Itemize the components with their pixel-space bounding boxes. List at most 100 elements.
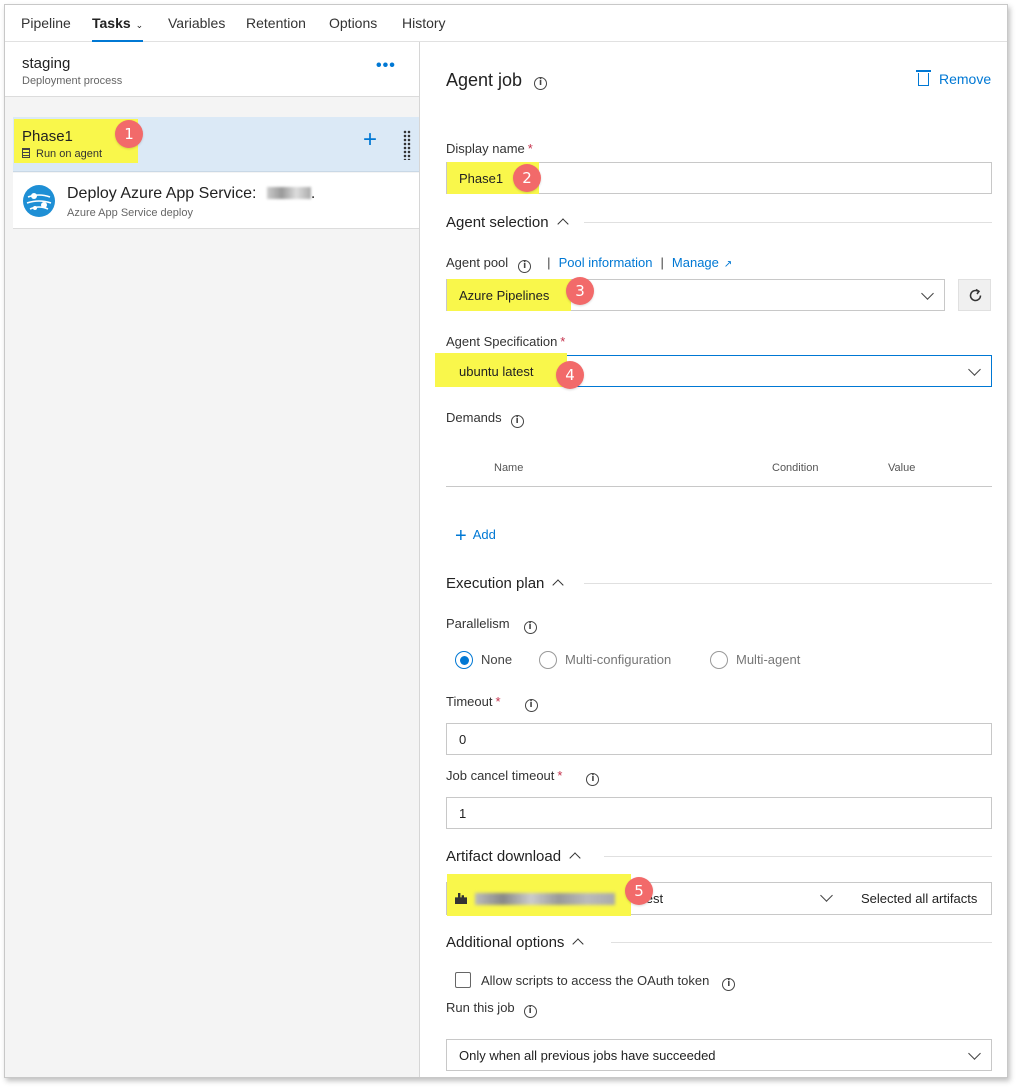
parallelism-multi-agent-radio[interactable]: Multi-agent xyxy=(710,651,800,669)
oauth-token-checkbox[interactable] xyxy=(455,972,471,988)
timeout-value: 0 xyxy=(459,732,467,747)
info-icon[interactable]: i xyxy=(523,1005,537,1018)
timeout-label-text: Timeout xyxy=(446,694,493,709)
artifact-download-row[interactable]: latest 5 Selected all artifacts xyxy=(446,874,992,916)
chevron-down-icon xyxy=(968,1047,981,1060)
job-cancel-timeout-label-text: Job cancel timeout xyxy=(446,768,555,783)
agent-pool-select[interactable]: Azure Pipelines 3 xyxy=(446,277,945,311)
artifact-download-label: Artifact download xyxy=(446,848,562,865)
drag-handle-icon[interactable] xyxy=(403,130,411,160)
agent-spec-label: Agent Specification * xyxy=(446,334,565,349)
add-task-icon[interactable]: + xyxy=(363,128,377,152)
divider xyxy=(584,583,992,584)
timeout-input[interactable]: 0 xyxy=(446,723,992,755)
info-icon[interactable]: i xyxy=(524,699,538,712)
pool-information-link[interactable]: Pool information xyxy=(559,255,653,270)
artifact-download-section[interactable]: Artifact download xyxy=(446,848,581,865)
remove-button[interactable]: Remove xyxy=(916,70,992,87)
external-link-icon: ↗ xyxy=(723,259,733,270)
stage-header[interactable]: staging Deployment process ••• xyxy=(5,42,419,97)
demands-column-value: Value xyxy=(888,462,916,474)
info-icon[interactable]: i xyxy=(510,415,524,428)
annotation-badge-3: 3 xyxy=(566,277,594,305)
tab-tasks-label: Tasks xyxy=(92,15,131,31)
tab-pipeline[interactable]: Pipeline xyxy=(21,15,71,42)
chevron-down-icon[interactable] xyxy=(820,889,833,902)
redacted-app-name xyxy=(266,187,311,199)
chevron-up-icon xyxy=(569,852,581,864)
required-marker: * xyxy=(527,141,533,156)
chevron-up-icon xyxy=(572,938,585,950)
info-icon[interactable]: i xyxy=(523,621,537,634)
agent-selection-label: Agent selection xyxy=(446,214,549,231)
remove-label: Remove xyxy=(939,71,992,87)
demands-column-condition: Condition xyxy=(772,462,819,474)
agent-icon xyxy=(22,148,30,158)
annotation-badge-4: 4 xyxy=(556,361,584,389)
parallelism-multi-configuration-label: Multi-configuration xyxy=(565,652,672,667)
parallelism-none-label: None xyxy=(481,652,513,667)
display-name-input[interactable]: Phase1 2 xyxy=(446,162,992,194)
info-icon[interactable]: i xyxy=(722,978,736,991)
task-row[interactable]: Deploy Azure App Service: . Azure App Se… xyxy=(13,173,419,229)
job-cancel-timeout-value: 1 xyxy=(459,806,467,821)
tab-history[interactable]: History xyxy=(402,15,446,42)
chevron-up-icon xyxy=(556,218,569,230)
job-cancel-timeout-input[interactable]: 1 xyxy=(446,797,992,829)
release-editor-window: Pipeline Tasks ⌄ Variables Retention Opti… xyxy=(4,4,1008,1078)
display-name-label-text: Display name xyxy=(446,141,525,156)
tab-options[interactable]: Options xyxy=(329,15,377,42)
task-title-suffix: . xyxy=(310,185,316,202)
refresh-button[interactable] xyxy=(958,279,991,311)
task-subtitle: Azure App Service deploy xyxy=(67,207,193,219)
oauth-token-label-text: Allow scripts to access the OAuth token xyxy=(481,973,710,988)
plus-icon: + xyxy=(455,525,467,547)
additional-options-section[interactable]: Additional options xyxy=(446,934,585,951)
redacted-artifact-name xyxy=(475,893,615,905)
add-label: Add xyxy=(472,527,496,542)
agent-job-heading: Agent job xyxy=(446,70,523,90)
divider xyxy=(611,942,992,943)
info-icon[interactable]: i xyxy=(586,773,600,786)
artifact-selection[interactable]: Selected all artifacts xyxy=(861,891,977,906)
display-name-value: Phase1 xyxy=(459,171,504,186)
required-marker: * xyxy=(560,334,566,349)
tab-tasks[interactable]: Tasks ⌄ xyxy=(92,15,144,42)
demands-label-text: Demands xyxy=(446,410,502,425)
info-icon[interactable]: i xyxy=(518,260,532,273)
divider xyxy=(604,856,992,857)
parallelism-none-radio[interactable]: None xyxy=(455,651,512,669)
refresh-icon xyxy=(969,288,982,302)
azure-app-service-icon xyxy=(23,185,55,217)
phase-row[interactable]: Phase1 Run on agent 1 + xyxy=(13,117,419,172)
run-this-job-label: Run this job i xyxy=(446,1000,537,1018)
agent-spec-select[interactable]: ubuntu latest 4 xyxy=(435,353,992,389)
stage-subtitle: Deployment process xyxy=(22,75,123,87)
top-tab-bar: Pipeline Tasks ⌄ Variables Retention Opti… xyxy=(5,5,1007,42)
demands-label: Demands i xyxy=(446,410,524,428)
required-marker: * xyxy=(495,694,501,709)
additional-options-label: Additional options xyxy=(446,934,565,951)
info-icon[interactable]: i xyxy=(534,77,548,90)
run-this-job-value: Only when all previous jobs have succeed… xyxy=(459,1048,716,1063)
radio-icon xyxy=(539,651,557,669)
task-list-pane: staging Deployment process ••• Phase1 Ru… xyxy=(5,42,420,1077)
execution-plan-section[interactable]: Execution plan xyxy=(446,575,565,592)
chevron-up-icon xyxy=(552,579,565,591)
annotation-badge-1: 1 xyxy=(115,120,143,148)
trash-icon xyxy=(916,70,931,86)
tab-retention[interactable]: Retention xyxy=(246,15,306,42)
agent-pool-value: Azure Pipelines xyxy=(459,288,550,303)
phase-subtitle-text: Run on agent xyxy=(36,148,103,160)
parallelism-multi-configuration-radio[interactable]: Multi-configuration xyxy=(539,651,671,669)
more-options-icon[interactable]: ••• xyxy=(376,57,396,75)
parallelism-label: Parallelism i xyxy=(446,616,537,634)
run-this-job-select[interactable]: Only when all previous jobs have succeed… xyxy=(446,1039,992,1071)
agent-selection-section[interactable]: Agent selection xyxy=(446,214,569,231)
manage-link[interactable]: Manage xyxy=(672,255,719,270)
tab-variables[interactable]: Variables xyxy=(168,15,225,42)
add-demand-button[interactable]: + Add xyxy=(455,525,496,548)
task-title-text: Deploy Azure App Service: xyxy=(67,185,261,202)
stage-title: staging xyxy=(22,55,71,72)
required-marker: * xyxy=(557,768,563,783)
